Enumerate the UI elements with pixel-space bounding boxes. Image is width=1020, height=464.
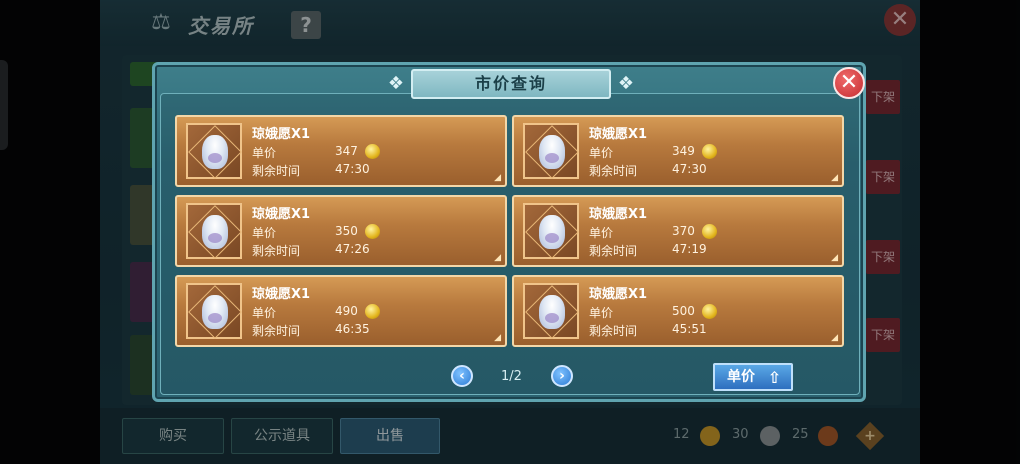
listing-card[interactable]: 琼娥愿X1 单价 490 剩余时间 46:35 ◢: [175, 275, 507, 347]
gold-coin-icon: [365, 304, 380, 319]
price-label: 单价: [252, 146, 277, 160]
listing-card[interactable]: 琼娥愿X1 单价 349 剩余时间 47:30 ◢: [512, 115, 844, 187]
dialog-header: ❖ 市价查询 ❖: [388, 69, 634, 99]
sort-by-price-button[interactable]: 单价 ⇧: [713, 363, 793, 391]
price-value: 347: [335, 144, 358, 158]
corner-ornament-icon: ◢: [494, 333, 501, 343]
price-label: 单价: [589, 306, 614, 320]
corner-ornament-icon: ◢: [494, 253, 501, 263]
item-name: 琼娥愿X1: [252, 287, 311, 302]
time-value: 46:35: [335, 322, 370, 336]
price-value: 500: [672, 304, 695, 318]
time-label: 剩余时间: [589, 324, 638, 338]
price-value: 349: [672, 144, 695, 158]
time-label: 剩余时间: [252, 164, 301, 178]
price-value: 350: [335, 224, 358, 238]
next-page-button[interactable]: ›: [551, 365, 573, 387]
sort-arrow-up-icon: ⇧: [767, 368, 781, 387]
item-icon: [523, 123, 579, 179]
item-icon: [186, 203, 242, 259]
page-indicator: 1/2: [501, 369, 522, 384]
item-name: 琼娥愿X1: [252, 127, 311, 142]
dialog-close-button[interactable]: ✕: [833, 67, 865, 99]
chevron-left-icon: ‹: [459, 368, 465, 384]
gold-coin-icon: [365, 144, 380, 159]
listing-card[interactable]: 琼娥愿X1 单价 350 剩余时间 47:26 ◢: [175, 195, 507, 267]
price-value: 370: [672, 224, 695, 238]
item-name: 琼娥愿X1: [589, 127, 648, 142]
time-value: 47:30: [672, 162, 707, 176]
corner-ornament-icon: ◢: [831, 253, 838, 263]
item-name: 琼娥愿X1: [589, 287, 648, 302]
chevron-right-icon: ›: [559, 368, 565, 384]
time-value: 47:19: [672, 242, 707, 256]
item-name: 琼娥愿X1: [589, 207, 648, 222]
gold-coin-icon: [702, 144, 717, 159]
gold-coin-icon: [702, 224, 717, 239]
item-icon: [523, 283, 579, 339]
ornament-right-icon: ❖: [617, 73, 635, 94]
time-value: 47:26: [335, 242, 370, 256]
corner-ornament-icon: ◢: [494, 173, 501, 183]
prev-page-button[interactable]: ‹: [451, 365, 473, 387]
sort-button-label: 单价: [727, 369, 755, 385]
listing-card[interactable]: 琼娥愿X1 单价 370 剩余时间 47:19 ◢: [512, 195, 844, 267]
time-label: 剩余时间: [252, 244, 301, 258]
price-label: 单价: [252, 226, 277, 240]
price-label: 单价: [589, 146, 614, 160]
dialog-title: 市价查询: [474, 74, 547, 93]
time-label: 剩余时间: [589, 244, 638, 258]
price-label: 单价: [252, 306, 277, 320]
price-value: 490: [335, 304, 358, 318]
item-name: 琼娥愿X1: [252, 207, 311, 222]
close-icon: ✕: [839, 70, 859, 95]
ornament-left-icon: ❖: [387, 73, 405, 94]
time-value: 45:51: [672, 322, 707, 336]
time-label: 剩余时间: [252, 324, 301, 338]
time-value: 47:30: [335, 162, 370, 176]
corner-ornament-icon: ◢: [831, 333, 838, 343]
listing-card[interactable]: 琼娥愿X1 单价 500 剩余时间 45:51 ◢: [512, 275, 844, 347]
market-price-dialog: ❖ 市价查询 ❖ ✕ 琼娥愿X1 单价 347 剩余时间 47:30 ◢ 琼娥愿…: [152, 62, 866, 402]
item-icon: [186, 123, 242, 179]
gold-coin-icon: [365, 224, 380, 239]
gold-coin-icon: [702, 304, 717, 319]
item-icon: [523, 203, 579, 259]
price-label: 单价: [589, 226, 614, 240]
corner-ornament-icon: ◢: [831, 173, 838, 183]
item-icon: [186, 283, 242, 339]
listing-card[interactable]: 琼娥愿X1 单价 347 剩余时间 47:30 ◢: [175, 115, 507, 187]
time-label: 剩余时间: [589, 164, 638, 178]
